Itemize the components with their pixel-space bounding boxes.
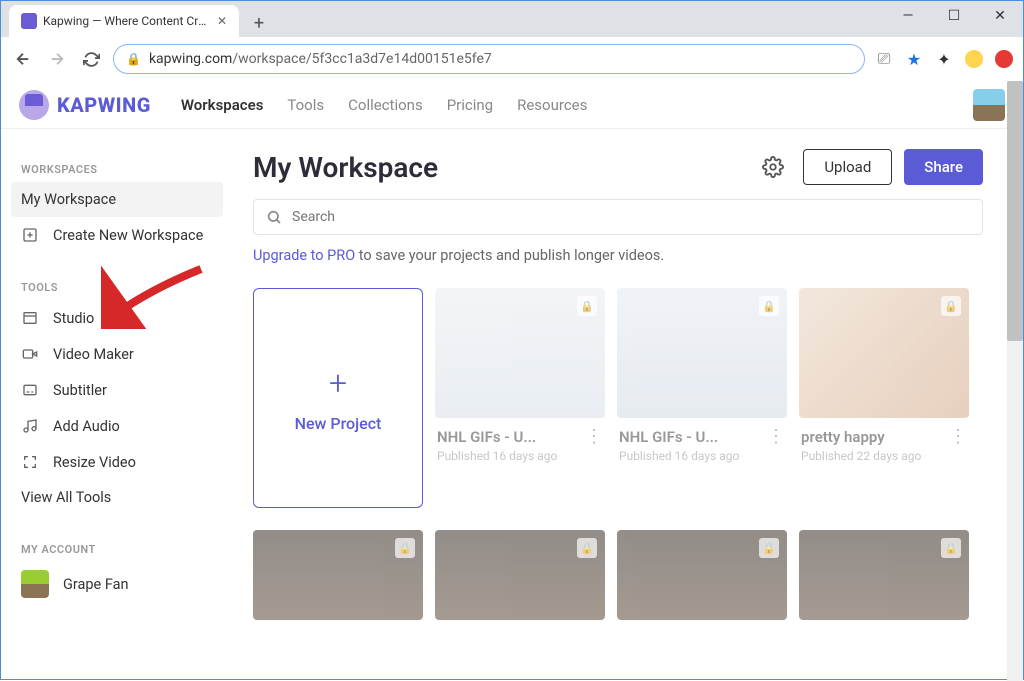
brand-name: KAPWING xyxy=(57,93,151,117)
main-content: My Workspace Upload Share Upgrade to PRO… xyxy=(233,129,1023,681)
nav-resources[interactable]: Resources xyxy=(517,96,587,114)
project-card[interactable]: 🔒 xyxy=(799,530,969,620)
browser-tab[interactable]: Kapwing — Where Content Crea ✕ xyxy=(9,5,239,37)
lock-icon: 🔒 xyxy=(577,296,597,316)
sidebar-resize-video[interactable]: Resize Video xyxy=(11,444,223,480)
back-button[interactable] xyxy=(11,47,35,71)
forward-button[interactable] xyxy=(45,47,69,71)
project-card[interactable]: 🔒 xyxy=(253,530,423,620)
plus-square-icon xyxy=(21,226,39,244)
subtitle-icon xyxy=(21,381,39,399)
upgrade-banner: Upgrade to PRO to save your projects and… xyxy=(253,247,983,264)
nav-tools[interactable]: Tools xyxy=(287,96,324,114)
search-input[interactable] xyxy=(292,209,970,225)
new-tab-button[interactable]: + xyxy=(245,9,273,37)
workspaces-heading: WORKSPACES xyxy=(11,157,223,182)
project-card[interactable]: 🔒 NHL GIFs - U... ⋮ Published 16 days ag… xyxy=(617,288,787,508)
sidebar-video-maker[interactable]: Video Maker xyxy=(11,336,223,372)
gear-icon xyxy=(762,156,784,178)
sidebar-studio[interactable]: Studio xyxy=(11,300,223,336)
project-thumbnail: 🔒 xyxy=(799,288,969,418)
reload-button[interactable] xyxy=(79,47,103,71)
new-project-card[interactable]: + New Project xyxy=(253,288,423,508)
sidebar: WORKSPACES My Workspace Create New Works… xyxy=(1,129,233,681)
settings-button[interactable] xyxy=(755,149,791,185)
tab-title: Kapwing — Where Content Crea xyxy=(43,14,211,28)
lock-icon: 🔒 xyxy=(759,296,779,316)
sidebar-subtitler[interactable]: Subtitler xyxy=(11,372,223,408)
sidebar-create-workspace[interactable]: Create New Workspace xyxy=(11,217,223,253)
lock-icon: 🔒 xyxy=(395,538,415,558)
project-thumbnail: 🔒 xyxy=(435,530,605,620)
app-header: KAPWING Workspaces Tools Collections Pri… xyxy=(1,81,1023,129)
layout-icon xyxy=(21,309,39,327)
project-title: pretty happy xyxy=(801,428,885,446)
project-thumbnail: 🔒 xyxy=(617,288,787,418)
minimize-window[interactable]: — xyxy=(885,1,931,31)
nav-collections[interactable]: Collections xyxy=(348,96,423,114)
video-icon xyxy=(21,345,39,363)
maximize-window[interactable]: ☐ xyxy=(931,1,977,31)
project-thumbnail: 🔒 xyxy=(253,530,423,620)
kebab-menu-icon[interactable]: ⋮ xyxy=(585,426,603,447)
sidebar-add-audio[interactable]: Add Audio xyxy=(11,408,223,444)
project-meta: Published 16 days ago xyxy=(437,449,603,465)
bookmark-star-icon[interactable]: ★ xyxy=(905,50,923,68)
lock-icon: 🔒 xyxy=(577,538,597,558)
project-meta: Published 22 days ago xyxy=(801,449,967,465)
project-title: NHL GIFs - U... xyxy=(437,428,536,446)
lock-icon: 🔒 xyxy=(126,52,141,66)
lock-icon: 🔒 xyxy=(941,538,961,558)
favicon-icon xyxy=(21,13,37,29)
resize-icon xyxy=(21,453,39,471)
close-tab-icon[interactable]: ✕ xyxy=(217,14,227,28)
project-card[interactable]: 🔒 xyxy=(435,530,605,620)
account-heading: MY ACCOUNT xyxy=(11,537,223,562)
music-icon xyxy=(21,417,39,435)
project-title: NHL GIFs - U... xyxy=(619,428,718,446)
scrollbar-thumb[interactable] xyxy=(1007,81,1023,341)
search-box[interactable] xyxy=(253,199,983,235)
extension-2-icon[interactable] xyxy=(995,50,1013,68)
share-button[interactable]: Share xyxy=(904,149,983,185)
project-thumbnail: 🔒 xyxy=(435,288,605,418)
account-user[interactable]: Grape Fan xyxy=(11,562,223,606)
nav-pricing[interactable]: Pricing xyxy=(447,96,493,114)
tools-heading: TOOLS xyxy=(11,275,223,300)
project-thumbnail: 🔒 xyxy=(799,530,969,620)
project-card[interactable]: 🔒 xyxy=(617,530,787,620)
project-meta: Published 16 days ago xyxy=(619,449,785,465)
projects-grid: + New Project 🔒 NHL GIFs - U... ⋮ Publis… xyxy=(253,288,983,620)
lock-icon: 🔒 xyxy=(759,538,779,558)
close-window[interactable]: ✕ xyxy=(977,1,1023,31)
sidebar-my-workspace[interactable]: My Workspace xyxy=(11,182,223,217)
upgrade-link[interactable]: Upgrade to PRO xyxy=(253,247,355,264)
account-avatar-icon xyxy=(21,570,49,598)
extensions-icon[interactable]: ✦ xyxy=(935,50,953,68)
upload-button[interactable]: Upload xyxy=(803,149,892,185)
url-text: kapwing.com/workspace/5f3cc1a3d7e14d0015… xyxy=(149,51,492,67)
user-avatar[interactable] xyxy=(973,89,1005,121)
primary-nav: Workspaces Tools Collections Pricing Res… xyxy=(181,96,588,114)
plus-icon: + xyxy=(329,364,347,402)
search-icon xyxy=(266,209,282,225)
project-card[interactable]: 🔒 pretty happy ⋮ Published 22 days ago xyxy=(799,288,969,508)
cast-icon[interactable]: ⎚ xyxy=(875,50,893,68)
page-title: My Workspace xyxy=(253,151,743,184)
logo-icon xyxy=(19,90,49,120)
brand-logo[interactable]: KAPWING xyxy=(19,90,151,120)
lock-icon: 🔒 xyxy=(941,296,961,316)
project-card[interactable]: 🔒 NHL GIFs - U... ⋮ Published 16 days ag… xyxy=(435,288,605,508)
browser-chrome: — ☐ ✕ Kapwing — Where Content Crea ✕ + 🔒… xyxy=(1,1,1023,81)
kebab-menu-icon[interactable]: ⋮ xyxy=(949,426,967,447)
address-bar[interactable]: 🔒 kapwing.com/workspace/5f3cc1a3d7e14d00… xyxy=(113,44,865,74)
kebab-menu-icon[interactable]: ⋮ xyxy=(767,426,785,447)
nav-workspaces[interactable]: Workspaces xyxy=(181,96,264,114)
project-thumbnail: 🔒 xyxy=(617,530,787,620)
scrollbar[interactable] xyxy=(1007,81,1023,681)
view-all-tools[interactable]: View All Tools xyxy=(11,480,223,515)
extension-1-icon[interactable] xyxy=(965,50,983,68)
